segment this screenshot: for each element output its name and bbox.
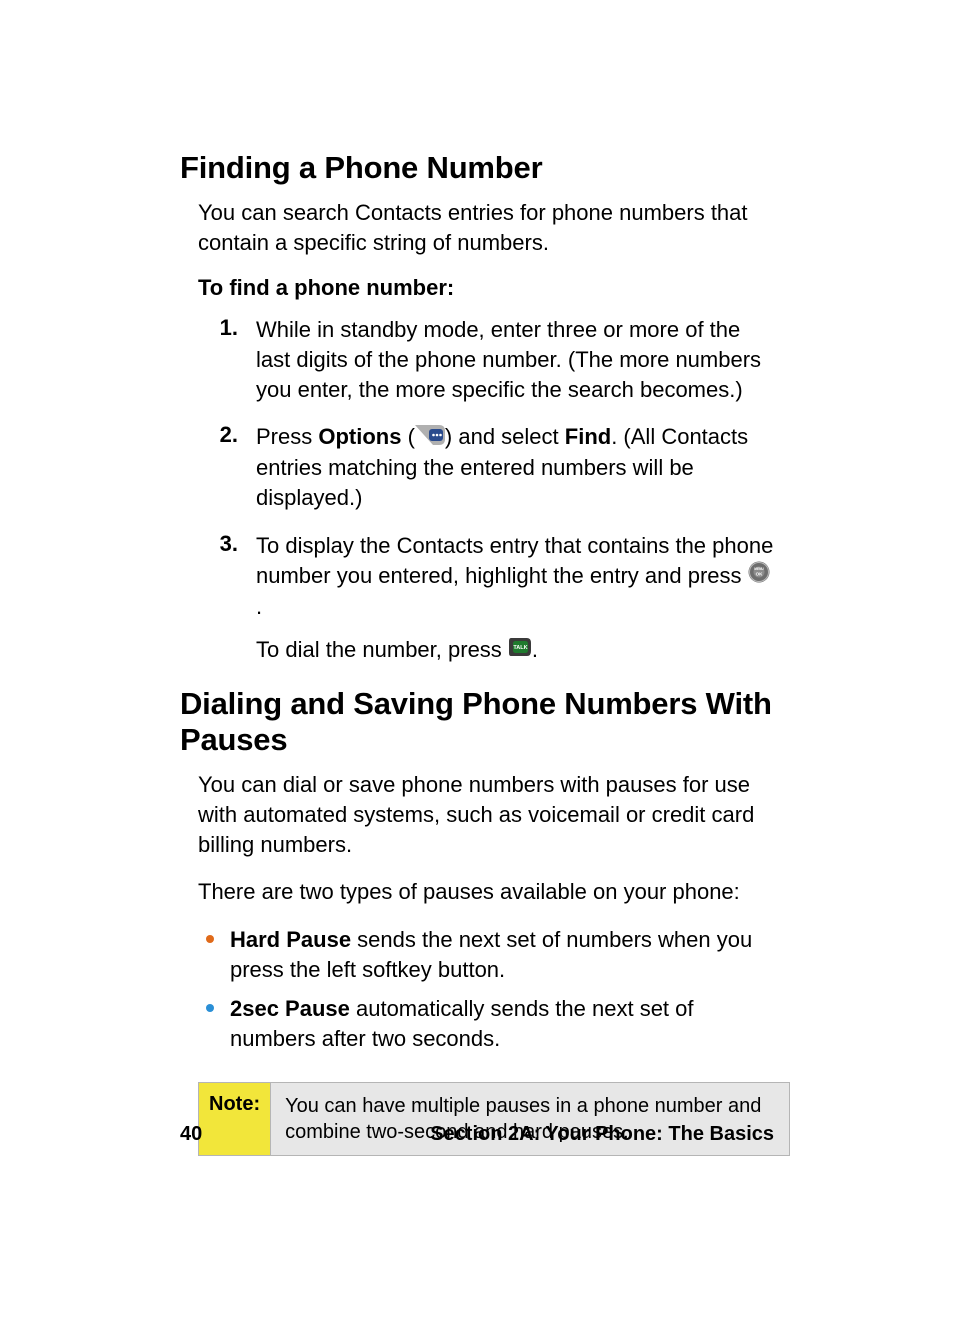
softkey-icon	[415, 423, 445, 453]
para-pauses-lead: There are two types of pauses available …	[198, 877, 774, 907]
page-content: Finding a Phone Number You can search Co…	[0, 0, 954, 1336]
step-1-body: While in standby mode, enter three or mo…	[256, 315, 774, 404]
svg-text:MENU: MENU	[754, 567, 764, 571]
step-3-line2-pre: To dial the number, press	[256, 637, 508, 662]
ok-button-icon: MENUOK	[748, 561, 770, 591]
section-ref: Section 2A: Your Phone: The Basics	[430, 1123, 774, 1146]
step-3-line2-post: .	[532, 637, 538, 662]
step-3-num: 3.	[198, 531, 238, 557]
step-3: 3. To display the Contacts entry that co…	[198, 531, 774, 666]
bullet-dot-icon	[206, 935, 214, 943]
step-2-bold1: Options	[318, 424, 401, 449]
step-2-num: 2.	[198, 422, 238, 448]
step-2-body: Press Options () and select Find. (All C…	[256, 422, 774, 512]
svg-text:OK: OK	[755, 571, 763, 576]
step-2-bold2: Find	[565, 424, 611, 449]
step-3-line1-pre: To display the Contacts entry that conta…	[256, 533, 773, 588]
step-2: 2. Press Options () and select Find. (Al…	[198, 422, 774, 512]
step-1: 1. While in standby mode, enter three or…	[198, 315, 774, 404]
heading-finding: Finding a Phone Number	[180, 150, 774, 186]
step-2-pre: Press	[256, 424, 318, 449]
step-1-num: 1.	[198, 315, 238, 341]
step-3-line1-post: .	[256, 594, 262, 619]
svg-text:TALK: TALK	[513, 645, 527, 651]
bullet-dot-icon	[206, 1004, 214, 1012]
bullet-hard-pause-bold: Hard Pause	[230, 927, 351, 952]
bullet-hard-pause: Hard Pause sends the next set of numbers…	[198, 925, 774, 984]
steps-finding: 1. While in standby mode, enter three or…	[198, 315, 774, 666]
step-2-mid: (	[401, 424, 414, 449]
para-finding-intro: You can search Contacts entries for phon…	[198, 198, 774, 257]
step-2-post-icon: ) and select	[445, 424, 565, 449]
bullet-2sec-pause: 2sec Pause automatically sends the next …	[198, 994, 774, 1053]
step-3-line2: To dial the number, press TALK.	[256, 635, 774, 666]
bullets-pauses: Hard Pause sends the next set of numbers…	[198, 925, 774, 1054]
para-pauses-intro: You can dial or save phone numbers with …	[198, 770, 774, 859]
heading-pauses: Dialing and Saving Phone Numbers With Pa…	[180, 686, 774, 758]
page-number: 40	[180, 1123, 202, 1146]
page-footer: 40 Section 2A: Your Phone: The Basics	[180, 1123, 774, 1146]
bullet-hard-pause-body: Hard Pause sends the next set of numbers…	[230, 925, 774, 984]
bullet-2sec-pause-bold: 2sec Pause	[230, 996, 350, 1021]
talk-button-icon: TALK	[508, 636, 532, 666]
bullet-2sec-pause-body: 2sec Pause automatically sends the next …	[230, 994, 774, 1053]
step-3-body: To display the Contacts entry that conta…	[256, 531, 774, 666]
task-label-finding: To find a phone number:	[198, 275, 774, 301]
